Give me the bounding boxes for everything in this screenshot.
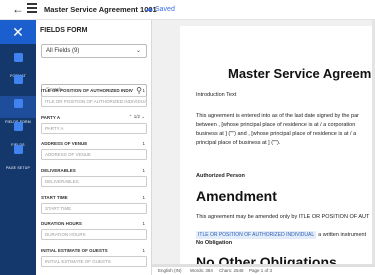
- document-page[interactable]: Master Service Agreem Introduction Text …: [180, 26, 375, 275]
- field-count: 1: [142, 195, 145, 200]
- clauses-icon: [13, 75, 23, 84]
- format-icon: [13, 53, 23, 62]
- field-label: ITLE OR POSITION OF AUTHORIZED INDIVIDUA…: [41, 88, 133, 93]
- saved-status: ☁ Saved: [145, 4, 175, 13]
- document-title: Master Service Agreement 1001: [44, 5, 157, 14]
- status-language[interactable]: English (IN): [158, 267, 182, 275]
- nav-item-clauses[interactable]: CLAUSES: [0, 72, 36, 100]
- nav-item-fields-form[interactable]: FIELDS FORM: [0, 96, 36, 124]
- document-heading: Master Service Agreem: [228, 66, 372, 81]
- fields-panel: FIELDS FORM All Fields (9) ⌄ Search ⚲ IT…: [36, 20, 152, 275]
- field-count: 1/2: [133, 114, 140, 119]
- arrow-left-icon[interactable]: ←: [12, 2, 24, 16]
- hamburger-icon[interactable]: [27, 3, 37, 13]
- amendment-heading: Amendment: [196, 188, 277, 204]
- field-count: 1: [142, 141, 145, 146]
- amendment-field-row: ITLE OR POSITION OF AUTHORIZED INDIVIDUA…: [196, 223, 366, 241]
- nav-item-format[interactable]: FORMAT: [0, 50, 36, 78]
- field-input[interactable]: ITLE OR POSITION OF AUTHORIZED INDIVIDUA…: [41, 96, 147, 107]
- field-input[interactable]: ADDRESS OF VENUE: [41, 149, 147, 160]
- status-bar: English (IN) Words: 384 Chars: 2548 Page…: [152, 266, 375, 275]
- field-count: 1: [142, 248, 145, 253]
- field-count: 1: [142, 221, 145, 226]
- left-nav: ✕ FORMAT CLAUSES FIELDS FORM FIELDS PAGE…: [0, 20, 36, 275]
- field-label: START TIME: [41, 195, 68, 200]
- field-label: DELIVERABLES: [41, 168, 76, 173]
- field-label: ADDRESS OF VENUE: [41, 141, 88, 146]
- fields-form-icon: [13, 99, 23, 108]
- chevron-down-icon: ⌄: [135, 48, 141, 54]
- cloud-check-icon: ☁: [145, 4, 153, 13]
- field-party-a: PARTY A ⌃ 1/2 ⌄ PARTY A: [41, 114, 147, 134]
- fields-icon: [13, 122, 23, 131]
- no-obligation-heading: No Obligation: [196, 240, 233, 246]
- status-chars: Chars: 2548: [219, 268, 244, 273]
- agreement-paragraph: This agreement is entered into as of the…: [196, 113, 359, 146]
- field-label: PARTY A: [41, 115, 61, 120]
- field-label: INITIAL ESTIMATE OF GUESTS: [41, 248, 108, 253]
- status-words: Words: 384: [190, 268, 213, 273]
- intro-text: Introduction Text: [196, 92, 237, 98]
- field-input[interactable]: PARTY A: [41, 123, 147, 134]
- authorized-person-heading: Authorized Person: [196, 173, 245, 179]
- field-start-time: START TIME 1 START TIME: [41, 195, 147, 214]
- field-label: DURATION HOURS: [41, 221, 82, 226]
- field-tag[interactable]: ITLE OR POSITION OF AUTHORIZED INDIVIDUA…: [196, 231, 317, 239]
- field-input[interactable]: DURATION HOURS: [41, 229, 147, 240]
- status-page: Page 1 of 3: [249, 268, 273, 273]
- field-count: 1: [142, 88, 145, 93]
- field-address-of-venue: ADDRESS OF VENUE 1 ADDRESS OF VENUE: [41, 141, 147, 160]
- document-canvas: Master Service Agreem Introduction Text …: [152, 20, 375, 275]
- filter-value: All Fields (9): [46, 48, 80, 54]
- nav-item-fields[interactable]: FIELDS: [0, 119, 36, 147]
- nav-item-label: PAGE SETUP: [5, 166, 31, 170]
- field-deliverables: DELIVERABLES 1 DELIVERABLES: [41, 168, 147, 187]
- field-input[interactable]: DELIVERABLES: [41, 176, 147, 187]
- close-icon[interactable]: ✕: [0, 20, 36, 44]
- page-setup-icon: [13, 145, 23, 154]
- saved-label: Saved: [155, 6, 175, 13]
- fields-filter-dropdown[interactable]: All Fields (9) ⌄: [41, 44, 147, 58]
- field-initial-estimate-of-guests: INITIAL ESTIMATE OF GUESTS 1 INITIAL EST…: [41, 248, 147, 267]
- field-input[interactable]: START TIME: [41, 203, 147, 214]
- top-bar: ← Master Service Agreement 1001 ☁ Saved: [0, 0, 375, 20]
- field-input[interactable]: INITIAL ESTIMATE OF GUESTS: [41, 256, 147, 267]
- field-count: 1: [142, 168, 145, 173]
- amendment-rest: a written instrument: [318, 232, 367, 238]
- panel-title: FIELDS FORM: [40, 27, 88, 34]
- nav-item-page-setup[interactable]: PAGE SETUP: [0, 142, 36, 170]
- field-duration-hours: DURATION HOURS 1 DURATION HOURS: [41, 221, 147, 240]
- field-title-position: ITLE OR POSITION OF AUTHORIZED INDIVIDUA…: [41, 88, 147, 107]
- amendment-text: This agreement may be amended only by IT…: [196, 214, 370, 220]
- field-occurrence-nav[interactable]: ⌃ 1/2 ⌄: [129, 114, 145, 120]
